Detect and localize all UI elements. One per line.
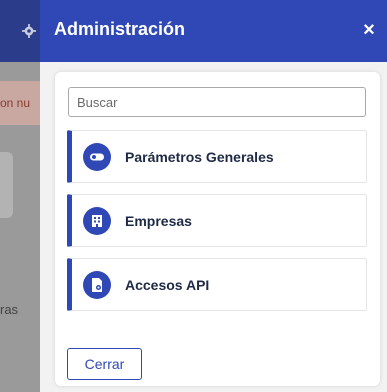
menu-item-accesos-api[interactable]: Accesos API xyxy=(67,258,367,311)
background-alert: on nu xyxy=(0,81,40,125)
admin-drawer: Administración × Parámetros Generales xyxy=(40,0,387,392)
menu-item-empresas[interactable]: Empresas xyxy=(67,194,367,247)
background-alert-text: on nu xyxy=(0,96,31,110)
cerrar-button[interactable]: Cerrar xyxy=(67,348,142,380)
menu-item-label: Accesos API xyxy=(125,277,210,293)
background-text: ras xyxy=(0,302,19,317)
background-page: on nu ras xyxy=(0,0,40,392)
menu-item-label: Empresas xyxy=(125,213,192,229)
toggle-icon xyxy=(83,143,111,171)
search-input[interactable] xyxy=(68,87,366,117)
menu-item-parametros-generales[interactable]: Parámetros Generales xyxy=(67,130,367,183)
close-icon[interactable]: × xyxy=(359,20,379,40)
menu-item-label: Parámetros Generales xyxy=(125,149,274,165)
gear-icon xyxy=(22,24,36,38)
drawer-header: Administración × xyxy=(40,0,387,62)
drawer-title: Administración xyxy=(54,19,186,39)
background-card xyxy=(0,152,13,218)
building-icon xyxy=(83,207,111,235)
background-topbar xyxy=(0,0,40,62)
admin-panel: Parámetros Generales Empresas xyxy=(55,72,380,386)
api-key-icon xyxy=(83,271,111,299)
